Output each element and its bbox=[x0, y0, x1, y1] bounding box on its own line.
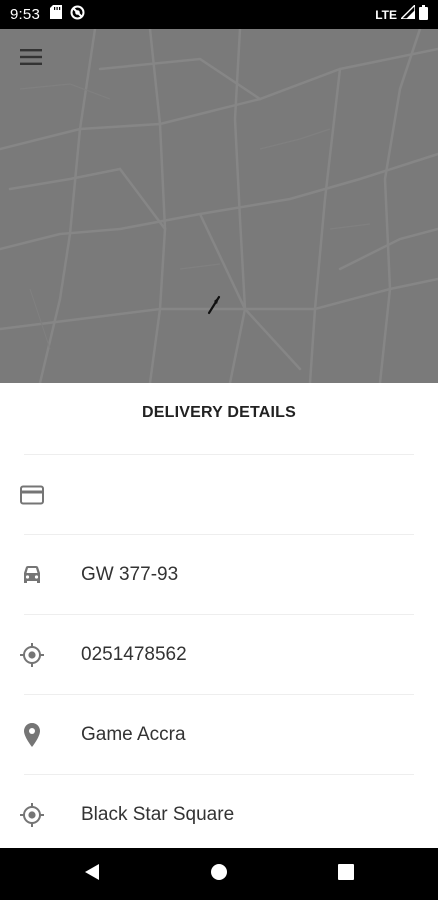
payment-row[interactable] bbox=[0, 455, 438, 535]
sd-card-icon bbox=[50, 5, 62, 24]
menu-icon bbox=[20, 48, 42, 71]
dropoff-row[interactable]: Black Star Square bbox=[0, 775, 438, 855]
no-disturb-icon bbox=[70, 5, 85, 25]
delivery-details-sheet: DELIVERY DETAILS GW 377-93 0251478562 Ga… bbox=[0, 383, 438, 848]
my-location-icon bbox=[18, 801, 46, 829]
status-right-icons: LTE bbox=[375, 3, 428, 25]
pickup-row[interactable]: Game Accra bbox=[0, 695, 438, 775]
home-button[interactable] bbox=[206, 861, 232, 887]
status-notification-icons bbox=[50, 5, 85, 25]
status-time: 9:53 bbox=[10, 6, 40, 23]
back-icon bbox=[84, 863, 100, 886]
app-screen: 9:53 LTE DELIVERY DETAILS GW 377-93 0251… bbox=[0, 0, 438, 900]
vehicle-marker-icon[interactable] bbox=[204, 295, 224, 315]
dropoff-location: Black Star Square bbox=[81, 804, 235, 825]
map-roads bbox=[0, 29, 438, 383]
pickup-location: Game Accra bbox=[81, 724, 186, 745]
vehicle-plate: GW 377-93 bbox=[81, 564, 179, 585]
credit-card-icon bbox=[18, 481, 46, 509]
sheet-title: DELIVERY DETAILS bbox=[141, 404, 297, 421]
home-icon bbox=[210, 863, 228, 886]
status-bar: 9:53 LTE bbox=[0, 0, 438, 29]
phone-number: 0251478562 bbox=[81, 644, 187, 665]
network-type: LTE bbox=[375, 7, 397, 22]
menu-button[interactable] bbox=[14, 45, 48, 73]
recents-icon bbox=[338, 863, 354, 885]
battery-icon bbox=[419, 4, 428, 25]
system-nav-bar bbox=[0, 848, 438, 900]
map-view[interactable] bbox=[0, 29, 438, 383]
car-icon bbox=[18, 561, 46, 589]
recents-button[interactable] bbox=[333, 861, 359, 887]
vehicle-row[interactable]: GW 377-93 bbox=[0, 535, 438, 615]
signal-icon bbox=[399, 3, 416, 24]
place-pin-icon bbox=[18, 721, 46, 749]
back-button[interactable] bbox=[79, 861, 105, 887]
my-location-icon bbox=[18, 641, 46, 669]
phone-row[interactable]: 0251478562 bbox=[0, 615, 438, 695]
